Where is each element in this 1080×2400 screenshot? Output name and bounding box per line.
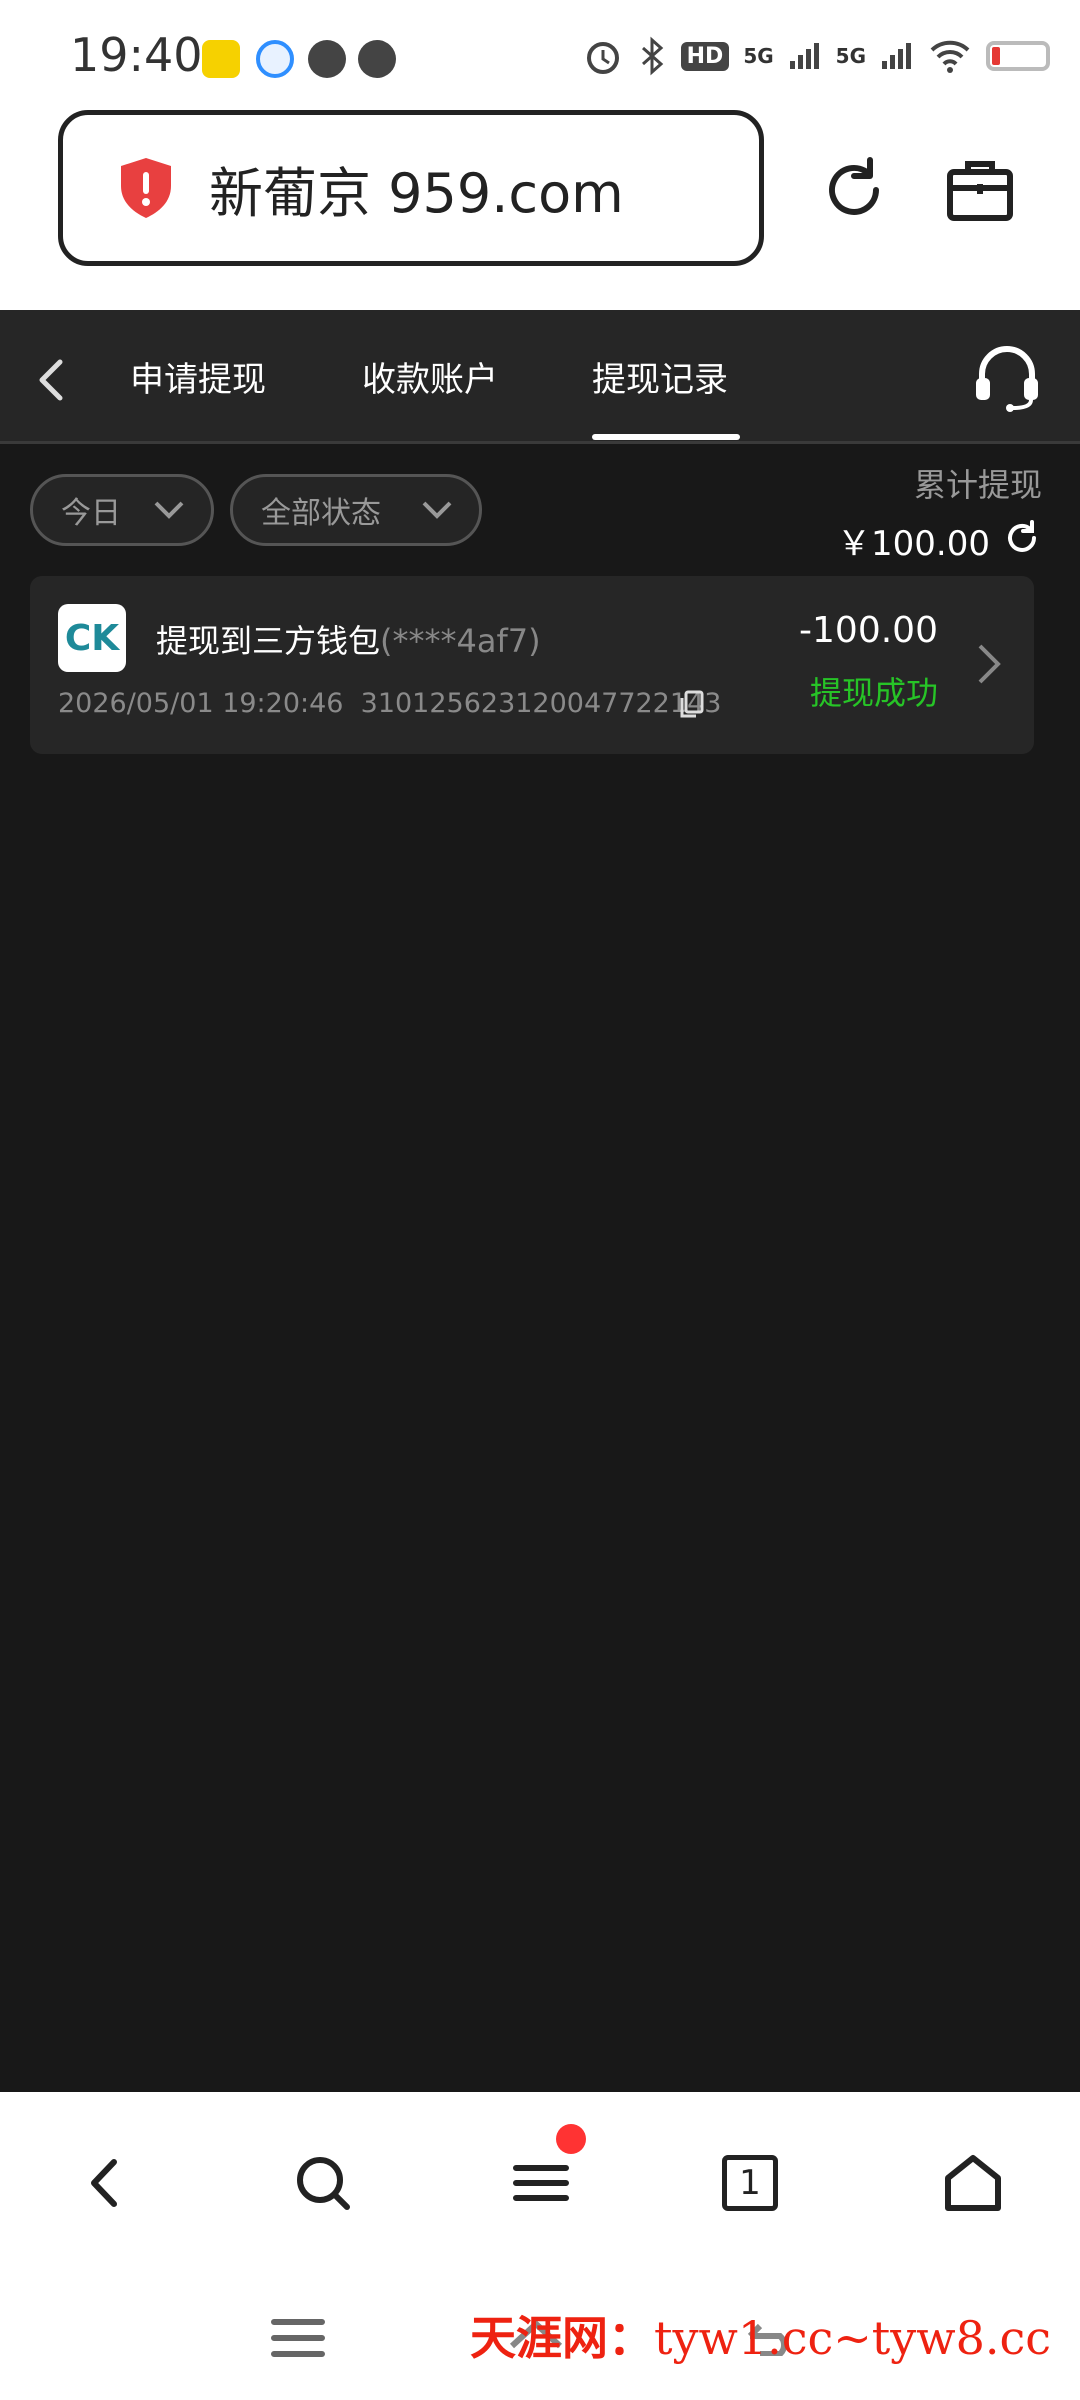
tabs-count: 1 [739, 2163, 761, 2203]
copy-icon[interactable] [678, 690, 706, 720]
browser-bottom-bar: 1 [0, 2092, 1080, 2282]
withdraw-page: 申请提现 收款账户 提现记录 今日 全部状态 累计提现 ￥100.00 CK 提… [0, 310, 1080, 2092]
back-icon[interactable] [70, 2148, 140, 2218]
status-filter-dropdown[interactable]: 全部状态 [230, 474, 482, 546]
refresh-icon[interactable] [1002, 518, 1042, 558]
tab-payee-accounts[interactable]: 收款账户 [362, 352, 498, 401]
tabs-counter-icon[interactable]: 1 [722, 2155, 778, 2211]
record-status: 提现成功 [809, 674, 938, 712]
chevron-down-icon [154, 501, 184, 519]
status-filter-label: 全部状态 [261, 496, 381, 531]
link-notification-icon [358, 40, 396, 78]
date-filter-dropdown[interactable]: 今日 [30, 474, 214, 546]
tab-apply-withdraw[interactable]: 申请提现 [130, 352, 266, 401]
notification-dot [556, 2124, 586, 2154]
browser-toolbar: 新葡京 959.com [0, 110, 1080, 310]
hd-badge: HD [680, 41, 730, 71]
record-amount: -100.00 [799, 610, 938, 651]
recent-apps-icon[interactable] [270, 2314, 326, 2362]
status-time: 19:40 [70, 28, 203, 82]
signal-bars-icon [789, 43, 819, 69]
record-title-text: 提现到三方钱包 [156, 622, 381, 660]
battery-icon [986, 41, 1050, 71]
tab-bar: 申请提现 收款账户 提现记录 [0, 310, 1080, 444]
record-datetime: 2026/05/01 19:20:46 [58, 688, 344, 719]
total-withdraw-label: 累计提现 [913, 466, 1042, 504]
tab-withdraw-records[interactable]: 提现记录 [592, 352, 728, 401]
back-arrow-icon[interactable] [26, 350, 76, 410]
active-tab-indicator [592, 434, 740, 440]
record-account-mask: (****4af7) [380, 622, 541, 660]
headset-icon[interactable] [972, 342, 1042, 412]
shield-alert-icon [121, 158, 171, 218]
briefcase-icon[interactable] [940, 150, 1020, 230]
bluetooth-icon [641, 36, 663, 76]
url-bar[interactable]: 新葡京 959.com [58, 110, 764, 266]
app-notification-icon [202, 40, 240, 78]
reload-icon[interactable] [814, 150, 894, 230]
alarm-icon [586, 42, 619, 74]
browser-notification-icon [256, 40, 294, 78]
home-icon[interactable] [938, 2148, 1008, 2218]
chevron-down-icon [422, 501, 452, 519]
signal-5g-1: 5G [743, 44, 774, 68]
watermark: 天涯网：tyw1.cc~tyw8.cc [470, 2302, 1051, 2368]
wifi-icon [930, 40, 970, 73]
withdraw-record-item[interactable]: CK 提现到三方钱包(****4af7) 2026/05/01 19:20:46… [30, 576, 1034, 754]
wallet-logo-icon: CK [58, 604, 126, 672]
record-title: 提现到三方钱包(****4af7) [156, 616, 541, 662]
total-withdraw-amount: ￥100.00 [837, 524, 990, 564]
watermark-urls: tyw1.cc~tyw8.cc [654, 2311, 1052, 2365]
status-indicators: HD 5G 5G [583, 36, 1050, 76]
url-text: 新葡京 959.com [209, 161, 624, 225]
search-icon[interactable] [288, 2148, 358, 2218]
system-nav-bar: 天涯网：tyw1.cc~tyw8.cc [0, 2282, 1080, 2400]
record-meta: 2026/05/01 19:20:46 31012562312004772214… [58, 688, 721, 719]
signal-bars-icon [882, 43, 911, 69]
date-filter-label: 今日 [61, 496, 121, 531]
signal-5g-2: 5G [835, 44, 866, 68]
watermark-name: 天涯网： [470, 2311, 654, 2365]
menu-icon[interactable] [506, 2148, 576, 2218]
record-order-id: 310125623120047722143 [360, 688, 722, 719]
status-bar: 19:40 HD 5G 5G [0, 0, 1080, 110]
chevron-right-icon [978, 644, 1001, 684]
message-notification-icon [308, 40, 346, 78]
